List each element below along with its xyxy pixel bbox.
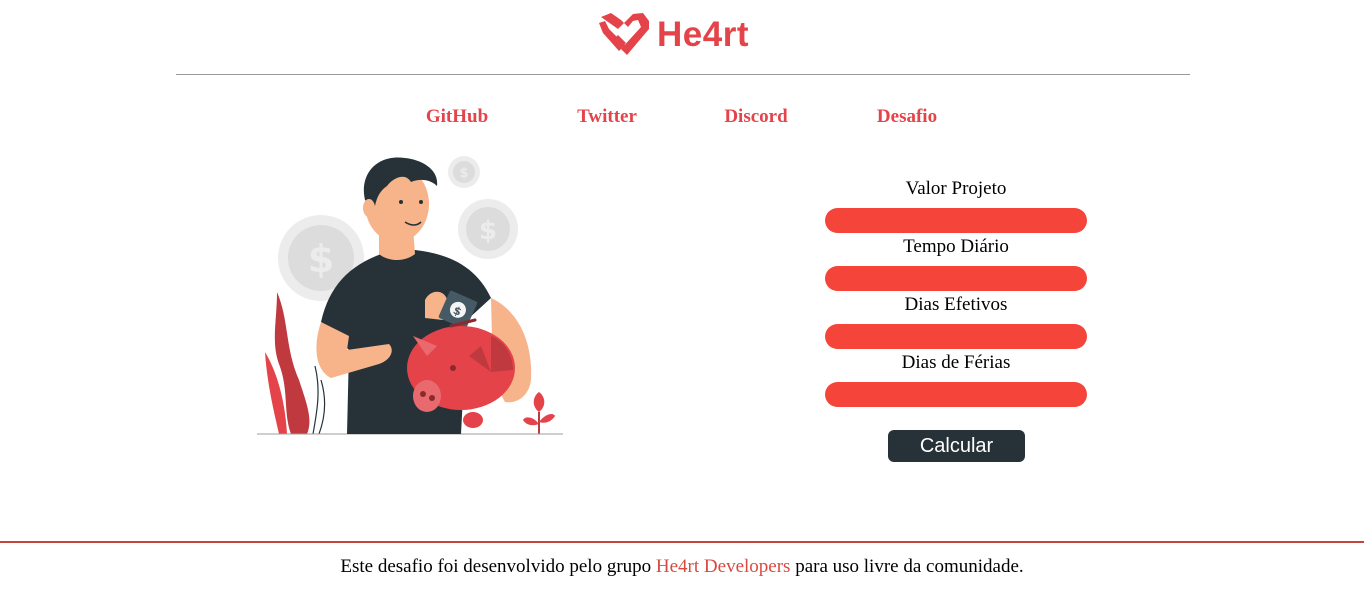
footer-divider	[0, 541, 1364, 543]
header-divider	[176, 74, 1190, 75]
he4rt-heart-logo-icon	[599, 13, 649, 55]
svg-text:$: $	[479, 216, 497, 246]
piggy-bank-illustration: $ $ $ $	[257, 156, 563, 435]
footer-credit: Este desafio foi desenvolvido pelo grupo…	[0, 556, 1364, 578]
page: He4rt GitHub Twitter Discord Desafio $ $…	[0, 0, 1364, 597]
footer-text-after: para uso livre da comunidade.	[790, 556, 1024, 577]
tempo-diario-input[interactable]	[825, 266, 1087, 291]
dias-efetivos-label: Dias Efetivos	[904, 294, 1008, 315]
dias-ferias-input[interactable]	[825, 382, 1087, 407]
svg-text:$: $	[459, 166, 468, 181]
svg-text:$: $	[308, 237, 334, 281]
footer-text-before: Este desafio foi desenvolvido pelo grupo	[340, 556, 656, 577]
he4rt-logo[interactable]: He4rt	[597, 10, 772, 60]
calcular-button[interactable]: Calcular	[888, 430, 1025, 462]
nav-link-discord[interactable]: Discord	[724, 106, 787, 128]
dias-efetivos-input[interactable]	[825, 324, 1087, 349]
nav-link-github[interactable]: GitHub	[426, 106, 488, 128]
logo-text: He4rt	[657, 15, 749, 54]
dias-ferias-label: Dias de Férias	[901, 352, 1011, 373]
tempo-diario-label: Tempo Diário	[903, 236, 1009, 257]
valor-projeto-input[interactable]	[825, 208, 1087, 233]
valor-projeto-label: Valor Projeto	[905, 178, 1007, 199]
he4rt-developers-link[interactable]: He4rt Developers	[656, 556, 791, 577]
nav-link-desafio[interactable]: Desafio	[877, 106, 937, 128]
nav-link-twitter[interactable]: Twitter	[577, 106, 637, 128]
